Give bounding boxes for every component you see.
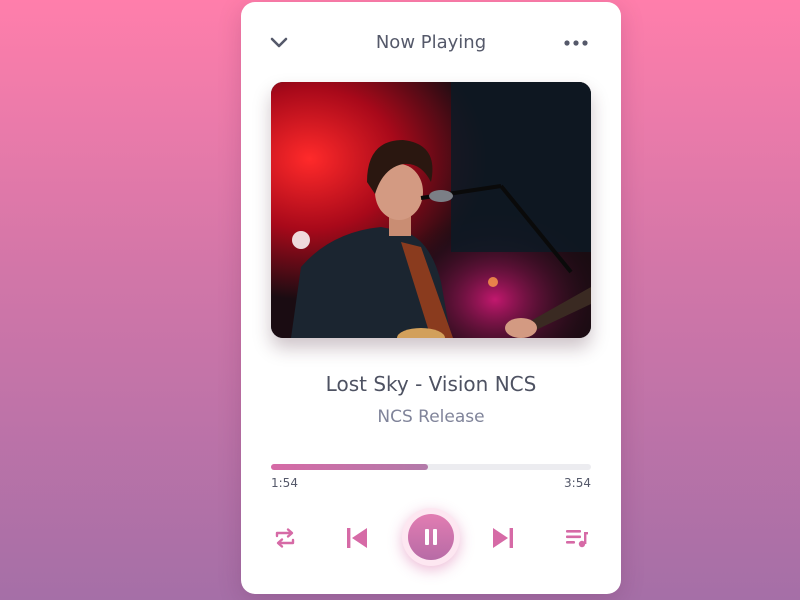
player-card: Now Playing Lost Sky - Vision NCS NCS Re… <box>241 2 621 594</box>
pause-button[interactable] <box>402 508 460 566</box>
previous-button[interactable] <box>339 520 375 556</box>
artist-name: NCS Release <box>377 407 485 427</box>
album-cover <box>271 82 591 338</box>
more-options-button[interactable] <box>561 30 591 56</box>
progress-fill <box>271 464 428 470</box>
skip-next-icon <box>493 528 513 548</box>
pause-button-face <box>408 514 454 560</box>
album-art-image <box>271 82 591 338</box>
skip-previous-icon <box>347 528 367 548</box>
chevron-down-icon <box>270 37 288 48</box>
total-time: 3:54 <box>564 476 591 490</box>
repeat-icon <box>275 528 295 548</box>
current-time: 1:54 <box>271 476 298 490</box>
more-horizontal-icon <box>564 40 588 46</box>
pause-icon <box>425 529 437 545</box>
playlist-icon <box>566 530 588 548</box>
collapse-button[interactable] <box>266 30 292 56</box>
progress-bar[interactable] <box>271 464 591 470</box>
page-title: Now Playing <box>375 32 487 53</box>
song-title: Lost Sky - Vision NCS <box>325 372 537 396</box>
repeat-button[interactable] <box>267 520 303 556</box>
queue-button[interactable] <box>559 520 595 556</box>
player-header: Now Playing <box>241 2 621 82</box>
next-button[interactable] <box>485 520 521 556</box>
